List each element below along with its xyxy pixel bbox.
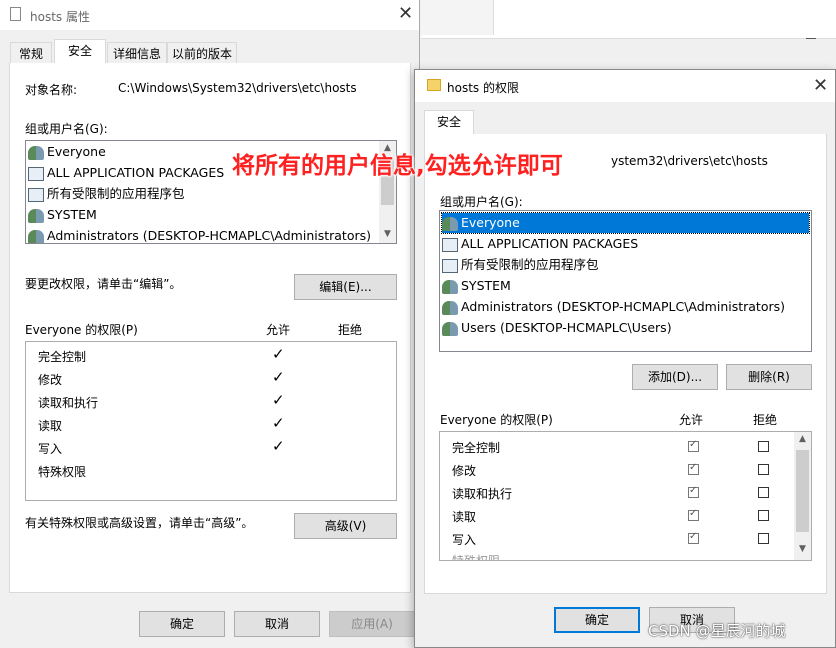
chevron-down-icon[interactable]: ▼: [794, 544, 811, 554]
close-icon[interactable]: ✕: [398, 4, 413, 24]
ok-button[interactable]: 确定: [554, 607, 640, 633]
edit-hint: 要更改权限，请单击“编辑”。: [25, 277, 182, 291]
permission-name: 修改: [38, 373, 63, 387]
deny-checkbox[interactable]: [758, 487, 769, 498]
users-icon: [28, 229, 44, 243]
background-window-strip: [421, 0, 494, 35]
deny-checkbox[interactable]: [758, 510, 769, 521]
add-button[interactable]: 添加(D)...: [632, 364, 718, 390]
watermark: CSDN @星辰河的城: [648, 622, 786, 640]
allow-checkbox[interactable]: [688, 508, 699, 521]
users-icon: [28, 145, 44, 160]
list-item-selected[interactable]: Everyone: [441, 212, 810, 234]
deny-header: 拒绝: [753, 413, 778, 427]
advanced-hint: 有关特殊权限或高级设置，请单击“高级”。: [25, 516, 254, 530]
close-icon[interactable]: ✕: [813, 76, 828, 96]
list-item[interactable]: 所有受限制的应用程序包: [442, 255, 599, 275]
object-path: C:\Windows\System32\drivers\etc\hosts: [118, 81, 357, 95]
chevron-down-icon[interactable]: ▼: [379, 229, 396, 239]
tab-general[interactable]: 常规: [10, 42, 52, 64]
list-item[interactable]: 所有受限制的应用程序包: [28, 184, 185, 204]
remove-button[interactable]: 删除(R): [726, 364, 812, 390]
allow-checkbox[interactable]: [688, 531, 699, 544]
deny-checkbox[interactable]: [758, 533, 769, 544]
allow-checkbox[interactable]: [688, 462, 699, 475]
properties-titlebar: hosts 属性 ✕: [0, 0, 419, 30]
deny-header: 拒绝: [338, 323, 363, 337]
deny-checkbox[interactable]: [758, 441, 769, 452]
list-item[interactable]: SYSTEM: [28, 205, 97, 225]
properties-window: hosts 属性 ✕ 常规 安全 详细信息 以前的版本 对象名称: C:\Win…: [0, 0, 420, 648]
check-icon: ✓: [272, 391, 285, 409]
list-item[interactable]: Users (DESKTOP-HCMAPLC\Users): [442, 318, 672, 338]
tab-security[interactable]: 安全: [54, 39, 106, 64]
list-item[interactable]: ALL APPLICATION PACKAGES: [28, 163, 224, 183]
chevron-up-icon[interactable]: ▲: [794, 434, 811, 444]
permission-name: 读取和执行: [38, 396, 99, 410]
list-item[interactable]: SYSTEM: [442, 276, 511, 296]
check-icon: ✓: [272, 437, 285, 455]
advanced-button[interactable]: 高级(V): [294, 513, 397, 539]
allow-header: 允许: [679, 413, 704, 427]
permission-name: 读取和执行: [452, 487, 513, 501]
allow-checkbox[interactable]: [688, 439, 699, 452]
permission-name: 特殊权限: [452, 554, 501, 561]
file-icon: [10, 7, 21, 21]
minimize-icon: [806, 38, 816, 39]
allow-checkbox[interactable]: [688, 485, 699, 498]
list-item[interactable]: Everyone: [28, 142, 106, 162]
annotation-text: 将所有的用户信息,勾选允许即可: [232, 153, 563, 179]
check-icon: ✓: [272, 345, 285, 363]
scrollbar-thumb[interactable]: [796, 450, 809, 532]
scrollbar[interactable]: ▲ ▼: [794, 432, 811, 560]
permission-name: 写入: [38, 442, 63, 456]
package-icon: [442, 258, 458, 273]
users-icon: [442, 321, 458, 336]
allow-header: 允许: [266, 323, 291, 337]
check-icon: ✓: [272, 414, 285, 432]
list-item[interactable]: Administrators (DESKTOP-HCMAPLC\Administ…: [28, 226, 371, 243]
permission-name: 修改: [452, 464, 477, 478]
permission-name: 特殊权限: [38, 465, 87, 479]
permission-name: 写入: [452, 533, 477, 547]
permissions-title: Everyone 的权限(P): [25, 323, 138, 337]
ok-button[interactable]: 确定: [139, 611, 225, 637]
group-label: 组或用户名(G):: [25, 122, 108, 136]
list-item[interactable]: Administrators (DESKTOP-HCMAPLC\Administ…: [442, 297, 785, 317]
permissions-list: 完全控制 修改 读取和执行 读取 写入 特殊权限 ▲ ▼: [439, 431, 812, 561]
permission-name: 完全控制: [452, 441, 501, 455]
edit-button[interactable]: 编辑(E)...: [294, 274, 397, 300]
users-icon: [442, 300, 458, 315]
object-name-label: 对象名称:: [25, 83, 78, 97]
permissions-title: hosts 的权限: [447, 81, 519, 95]
permission-name: 完全控制: [38, 350, 87, 364]
users-icon: [442, 279, 458, 294]
permissions-titlebar: hosts 的权限 ✕: [415, 70, 835, 102]
object-path: ystem32\drivers\etc\hosts: [611, 154, 768, 168]
folder-icon: [427, 79, 441, 91]
package-icon: [442, 237, 458, 252]
permissions-list: 完全控制 ✓ 修改 ✓ 读取和执行 ✓ 读取 ✓ 写入 ✓ 特殊权限: [25, 341, 397, 501]
permission-name: 读取: [452, 510, 477, 524]
package-icon: [28, 187, 44, 202]
deny-checkbox[interactable]: [758, 464, 769, 475]
users-icon: [28, 208, 44, 223]
tab-security[interactable]: 安全: [424, 110, 474, 135]
list-item[interactable]: ALL APPLICATION PACKAGES: [442, 234, 638, 254]
properties-title: hosts 属性: [30, 10, 90, 24]
group-label: 组或用户名(G):: [440, 195, 523, 209]
permissions-title: Everyone 的权限(P): [440, 413, 553, 427]
check-icon: ✓: [272, 368, 285, 386]
cancel-button[interactable]: 取消: [234, 611, 320, 637]
apply-button[interactable]: 应用(A): [329, 611, 415, 637]
user-listbox[interactable]: Everyone ALL APPLICATION PACKAGES 所有受限制的…: [439, 210, 812, 352]
tab-previous-versions[interactable]: 以前的版本: [167, 42, 237, 64]
tab-details[interactable]: 详细信息: [107, 42, 167, 64]
permission-name: 读取: [38, 419, 63, 433]
users-icon: [442, 216, 458, 231]
package-icon: [28, 166, 44, 181]
